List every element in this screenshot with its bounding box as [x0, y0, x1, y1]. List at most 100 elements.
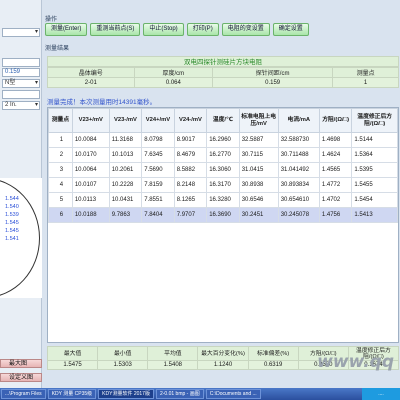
- point-count-value[interactable]: 1: [332, 77, 399, 88]
- table-cell[interactable]: 30.2451: [238, 207, 279, 223]
- table-cell[interactable]: 3: [48, 162, 73, 178]
- table-cell[interactable]: 10.2228: [108, 177, 143, 193]
- table-cell[interactable]: 1.5364: [351, 147, 398, 163]
- table-cell[interactable]: 2: [48, 147, 73, 163]
- taskbar-item[interactable]: 2-0.01 bmp - 画图: [155, 389, 204, 399]
- stop-button[interactable]: 中止(Stop): [143, 23, 184, 36]
- table-row[interactable]: 6 10.0188 9.7863 7.8404 7.9707 16.3690 30.2451…: [48, 207, 398, 223]
- table-cell[interactable]: 30.654610: [277, 192, 320, 208]
- table-cell[interactable]: 30.711488: [277, 147, 320, 163]
- table-cell[interactable]: 10.0107: [71, 177, 110, 193]
- table-cell[interactable]: 5: [48, 192, 73, 208]
- table-cell[interactable]: 16.3690: [206, 207, 240, 223]
- table-cell[interactable]: 10.0188: [71, 207, 110, 223]
- table-cell[interactable]: 32.588730: [277, 132, 320, 148]
- table-row[interactable]: 4 10.0107 10.2228 7.8159 8.2148 16.3170 30.893…: [48, 177, 398, 193]
- table-cell[interactable]: 1.5413: [351, 207, 398, 223]
- table-cell[interactable]: 30.7115: [238, 147, 279, 163]
- table-cell[interactable]: 4: [48, 177, 73, 193]
- probe-spacing-value[interactable]: 0.159: [212, 77, 334, 88]
- table-cell[interactable]: 1.4756: [318, 207, 353, 223]
- print-button[interactable]: 打印(P): [186, 23, 219, 36]
- table-row[interactable]: 3 10.0064 10.2061 7.5690 8.5882 16.3060 31.041…: [48, 162, 398, 178]
- table-cell[interactable]: 32.5887: [238, 132, 279, 148]
- table-cell[interactable]: 8.5882: [173, 162, 208, 178]
- column-header[interactable]: 方阻/(Ω/□): [318, 108, 353, 133]
- taskbar-item[interactable]: C:\Documents and ...: [205, 389, 261, 399]
- table-row[interactable]: 1 10.0084 11.3168 8.0798 8.9017 16.2960 32.588…: [48, 132, 398, 148]
- left-field-2[interactable]: [2, 90, 40, 99]
- table-cell[interactable]: 31.0415: [238, 162, 279, 178]
- table-cell[interactable]: 16.3280: [206, 192, 240, 208]
- table-cell[interactable]: 1: [48, 132, 73, 148]
- table-cell[interactable]: 30.893834: [277, 177, 320, 193]
- table-cell[interactable]: 1.4698: [318, 132, 353, 148]
- table-cell[interactable]: 1.4565: [318, 162, 353, 178]
- max-map-button[interactable]: 最大图: [0, 359, 42, 368]
- column-header[interactable]: V23-/mV: [108, 108, 143, 133]
- confirm-settings-button[interactable]: 确定设置: [272, 23, 309, 36]
- taskbar-item[interactable]: ...\Program Files: [1, 389, 46, 399]
- table-cell[interactable]: 8.2148: [173, 177, 208, 193]
- column-header[interactable]: V24-/mV: [173, 108, 208, 133]
- thickness-value[interactable]: 0.064: [133, 77, 214, 88]
- table-cell[interactable]: 8.0798: [141, 132, 175, 148]
- left-field-1[interactable]: [2, 58, 40, 67]
- table-cell[interactable]: 7.6345: [141, 147, 175, 163]
- table-cell[interactable]: 16.2960: [206, 132, 240, 148]
- column-header[interactable]: 测量点: [48, 108, 73, 133]
- table-cell[interactable]: 31.041492: [277, 162, 320, 178]
- size-select[interactable]: 2 In.: [2, 101, 40, 110]
- table-row[interactable]: 5 10.0113 10.0431 7.8551 8.1265 16.3280 30.654…: [48, 192, 398, 208]
- column-header[interactable]: V24+/mV: [141, 108, 175, 133]
- column-header[interactable]: 电流/mA: [277, 108, 320, 133]
- table-cell[interactable]: 1.4702: [318, 192, 353, 208]
- wafer-id[interactable]: 2-01: [47, 77, 135, 88]
- column-header[interactable]: 标准电阻上电压/mV: [238, 108, 279, 133]
- table-cell[interactable]: 9.7863: [108, 207, 143, 223]
- table-cell[interactable]: 11.3168: [108, 132, 143, 148]
- table-cell[interactable]: 6: [48, 207, 73, 223]
- table-cell[interactable]: 7.8404: [141, 207, 175, 223]
- table-cell[interactable]: 10.0064: [71, 162, 110, 178]
- taskbar-item[interactable]: KDY 测量 CP35级: [47, 389, 97, 399]
- table-cell[interactable]: 1.5454: [351, 192, 398, 208]
- table-cell[interactable]: 10.0431: [108, 192, 143, 208]
- table-cell[interactable]: 1.4624: [318, 147, 353, 163]
- table-cell[interactable]: 10.0113: [71, 192, 110, 208]
- table-cell[interactable]: 7.5690: [141, 162, 175, 178]
- measurement-table: 测量点 V23+/mV V23-/mV V24+/mV V24-/mV 温度/℃…: [47, 107, 399, 343]
- table-cell[interactable]: 7.8551: [141, 192, 175, 208]
- table-cell[interactable]: 1.5144: [351, 132, 398, 148]
- table-cell[interactable]: 1.5455: [351, 177, 398, 193]
- table-cell[interactable]: 16.2770: [206, 147, 240, 163]
- table-cell[interactable]: 16.3060: [206, 162, 240, 178]
- left-dropdown-1[interactable]: [2, 28, 40, 37]
- table-cell[interactable]: 10.1013: [108, 147, 143, 163]
- table-cell[interactable]: 1.5395: [351, 162, 398, 178]
- table-cell[interactable]: 10.0170: [71, 147, 110, 163]
- table-cell[interactable]: 10.0084: [71, 132, 110, 148]
- table-cell[interactable]: 16.3170: [206, 177, 240, 193]
- table-cell[interactable]: 8.9017: [173, 132, 208, 148]
- table-row[interactable]: 2 10.0170 10.1013 7.6345 8.4679 16.2770 30.711…: [48, 147, 398, 163]
- spacing-input[interactable]: 0.159: [2, 68, 40, 77]
- table-cell[interactable]: 10.2061: [108, 162, 143, 178]
- table-cell[interactable]: 30.8938: [238, 177, 279, 193]
- table-cell[interactable]: 30.6546: [238, 192, 279, 208]
- measure-button[interactable]: 测量(Enter): [45, 23, 88, 36]
- custom-map-button[interactable]: 设定义图: [0, 373, 42, 382]
- column-header[interactable]: 温度/℃: [206, 108, 240, 133]
- table-cell[interactable]: 7.9707: [173, 207, 208, 223]
- resistance-settings-button[interactable]: 电阻的变设置: [221, 23, 270, 36]
- column-header[interactable]: 温度修正后方阻/(Ω/□): [351, 108, 398, 133]
- remeasure-button[interactable]: 重测当前点(S): [90, 23, 141, 36]
- type-select[interactable]: N型: [2, 79, 40, 88]
- table-cell[interactable]: 8.4679: [173, 147, 208, 163]
- table-cell[interactable]: 30.245078: [277, 207, 320, 223]
- table-cell[interactable]: 7.8159: [141, 177, 175, 193]
- column-header[interactable]: V23+/mV: [71, 108, 110, 133]
- taskbar-item[interactable]: KDY测量软件 2017版: [98, 389, 154, 399]
- table-cell[interactable]: 1.4772: [318, 177, 353, 193]
- table-cell[interactable]: 8.1265: [173, 192, 208, 208]
